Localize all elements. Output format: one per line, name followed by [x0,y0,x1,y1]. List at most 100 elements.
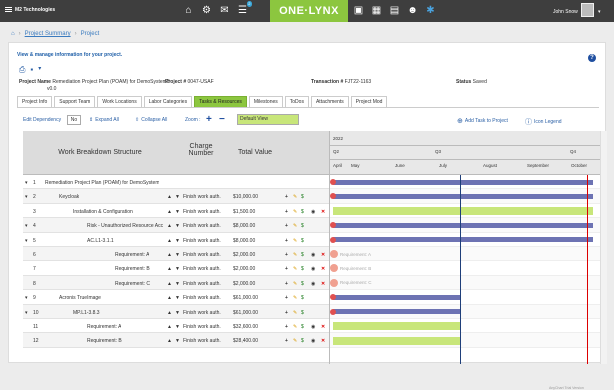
delete-icon[interactable]: ✕ [321,266,325,272]
view-icon[interactable]: ◉ [311,338,315,344]
task-name[interactable]: Acronis TrueImage [59,295,101,301]
move-down-icon[interactable]: ▼ [175,252,180,258]
add-icon[interactable]: + [285,310,288,316]
move-up-icon[interactable]: ▲ [167,338,172,344]
gantt-bar[interactable] [333,222,593,228]
task-name[interactable]: Requirement: B [87,338,122,344]
calendar-icon[interactable]: ▦ [370,4,383,17]
tab-labor-categories[interactable]: Labor Categories [143,96,193,107]
dollar-icon[interactable]: $ [301,252,304,258]
chevron-down-icon[interactable]: ▾ [25,223,28,229]
default-view-select[interactable]: Default View [237,114,299,125]
delete-icon[interactable]: ✕ [321,281,325,287]
edit-icon[interactable]: ✎ [293,295,297,301]
hamburger-icon[interactable] [5,7,12,13]
tab-tasks-resources[interactable]: Tasks & Resources [194,96,247,107]
move-up-icon[interactable]: ▲ [167,238,172,244]
task-name[interactable]: Requirement: A [87,324,121,330]
dollar-icon[interactable]: $ [301,238,304,244]
move-down-icon[interactable]: ▼ [175,338,180,344]
dollar-icon[interactable]: $ [301,281,304,287]
move-up-icon[interactable]: ▲ [167,194,172,200]
gantt-bar[interactable] [333,179,593,185]
edit-icon[interactable]: ✎ [293,281,297,287]
chevron-down-icon[interactable]: ▾ [598,9,601,15]
move-up-icon[interactable]: ▲ [167,281,172,287]
chat-icon[interactable]: ✉ [218,4,231,17]
milestone-marker[interactable] [330,308,336,315]
move-down-icon[interactable]: ▼ [175,209,180,215]
table-row[interactable]: 12 Requirement: B ▲ ▼ Finish work auth. $28,4… [23,333,329,348]
org-icon[interactable]: ⚙ [200,4,213,17]
table-row[interactable]: ▾ 4 Risk - Unauthorized Resource Access ▲ ▼ F… [23,218,329,233]
edit-icon[interactable]: ✎ [293,223,297,229]
edit-icon[interactable]: ✎ [293,324,297,330]
milestone-marker[interactable] [330,179,336,185]
dollar-icon[interactable]: $ [301,310,304,316]
table-row[interactable]: 11 Requirement: A ▲ ▼ Finish work auth. $32,6… [23,319,329,334]
add-icon[interactable]: + [285,266,288,272]
settings-icon[interactable]: ✱ [424,4,437,17]
move-down-icon[interactable]: ▼ [175,324,180,330]
view-icon[interactable]: ◉ [311,324,315,330]
add-icon[interactable]: + [285,252,288,258]
add-icon[interactable]: + [285,324,288,330]
table-row[interactable]: ▾ 1 Remediation Project Plan (POAM) for De… [23,175,329,190]
chevron-down-icon[interactable]: ▾ [25,238,28,244]
gantt-bar[interactable] [333,309,461,315]
gantt-bar[interactable] [333,294,461,300]
task-name[interactable]: Remediation Project Plan (POAM) for Demo… [45,180,159,186]
edit-icon[interactable]: ✎ [293,194,297,200]
list-icon[interactable]: ☰ 2 [236,1,252,17]
company-menu[interactable]: M2 Technologies [5,7,55,13]
move-up-icon[interactable]: ▲ [167,266,172,272]
users-icon[interactable]: ☻ [406,4,419,17]
dollar-icon[interactable]: $ [301,194,304,200]
export-icon[interactable]: ⎙ [19,65,25,75]
move-up-icon[interactable]: ▲ [167,310,172,316]
chevron-down-icon[interactable]: ▾ [25,295,28,301]
tab-project-mod[interactable]: Project Mod [350,96,388,107]
move-down-icon[interactable]: ▼ [175,238,180,244]
edit-icon[interactable]: ✎ [293,338,297,344]
table-row[interactable]: ▾ 9 Acronis TrueImage ▲ ▼ Finish work auth. $6… [23,290,329,305]
task-name[interactable]: Risk - Unauthorized Resource Access [87,223,163,229]
delete-icon[interactable]: ✕ [321,252,325,258]
edit-dependency-toggle[interactable]: No [67,115,81,125]
help-icon[interactable]: ? [588,54,596,62]
dollar-icon[interactable]: $ [301,209,304,215]
move-down-icon[interactable]: ▼ [175,310,180,316]
home-icon[interactable]: ⌂ [11,31,15,37]
move-down-icon[interactable]: ▼ [175,223,180,229]
edit-icon[interactable]: ✎ [293,209,297,215]
breadcrumb-project-summary[interactable]: Project Summary [25,31,71,37]
home-icon[interactable]: ⌂ [182,4,195,17]
move-up-icon[interactable]: ▲ [167,223,172,229]
id-card-icon[interactable]: ▣ [352,4,365,17]
edit-icon[interactable]: ✎ [293,252,297,258]
add-icon[interactable]: + [285,281,288,287]
task-name[interactable]: Requirement: A [115,252,149,258]
move-down-icon[interactable]: ▼ [175,194,180,200]
move-down-icon[interactable]: ▼ [175,295,180,301]
chevron-down-icon[interactable]: ▾ [25,194,28,200]
dollar-icon[interactable]: $ [301,266,304,272]
task-name[interactable]: Keycloak [59,194,79,200]
view-icon[interactable]: ◉ [311,252,315,258]
table-row[interactable]: 3 Installation & Configuration ▲ ▼ Finish wo… [23,204,329,219]
move-up-icon[interactable]: ▲ [167,324,172,330]
add-icon[interactable]: + [285,238,288,244]
chevron-down-icon[interactable]: ▾ [25,180,28,186]
save-icon[interactable]: ▪ [30,65,33,75]
gantt-bar[interactable] [333,207,593,215]
table-row[interactable]: 6 Requirement: A ▲ ▼ Finish work auth. $2,000… [23,247,329,262]
delete-icon[interactable]: ✕ [321,324,325,330]
tab-attachments[interactable]: Attachments [310,96,349,107]
task-name[interactable]: MP.L1-3.8.3 [73,310,100,316]
add-icon[interactable]: + [285,223,288,229]
add-icon[interactable]: + [285,194,288,200]
gantt-bar[interactable] [333,194,593,200]
milestone-marker[interactable] [330,236,336,243]
zoom-in-icon[interactable]: + [206,114,212,125]
move-up-icon[interactable]: ▲ [167,252,172,258]
